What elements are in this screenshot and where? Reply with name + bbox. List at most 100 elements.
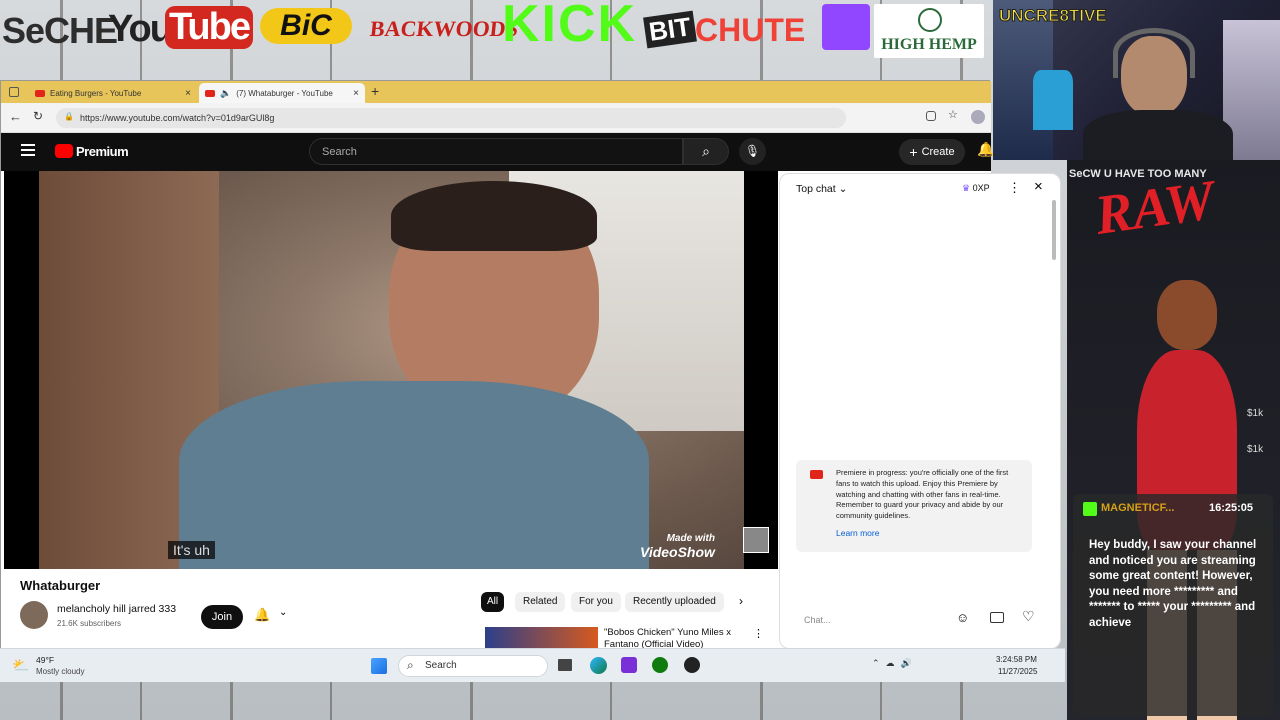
more-options-icon[interactable]: ⋮ <box>1008 180 1021 196</box>
seche-logo: SeCHE <box>2 10 118 51</box>
bic-logo: BiC <box>260 8 352 44</box>
youtube-header: Premium Search ⌕ 🎙 + Create 🔔 <box>1 133 994 171</box>
favorites-icon[interactable]: ☆ <box>948 108 958 121</box>
lock-icon: 🔒 <box>64 112 74 121</box>
back-icon[interactable]: ← <box>9 109 22 124</box>
person-shirt <box>179 381 649 569</box>
donation-alert: MAGNETICF... 16:25:05 Hey buddy, I saw y… <box>1073 494 1273 716</box>
plus-icon: + <box>909 144 918 160</box>
donation-time: 16:25:05 <box>1209 502 1254 514</box>
highhemp-text: HIGH HEMP <box>881 36 977 53</box>
more-options-icon[interactable]: ⋮ <box>753 627 764 640</box>
edge-icon[interactable] <box>590 657 607 674</box>
close-icon[interactable]: × <box>1034 178 1043 195</box>
youtube-favicon-icon <box>35 89 45 97</box>
chat-mode-selector[interactable]: Top chat ⌄ <box>796 183 847 195</box>
bitchute-bit-logo: BIT <box>643 10 697 49</box>
premiere-notice: Premiere in progress: you're officially … <box>796 460 1032 552</box>
subscriber-count: 21.6K subscribers <box>57 619 122 628</box>
raw-logo: RAW <box>1091 168 1219 248</box>
create-button[interactable]: + Create <box>899 139 965 165</box>
start-button[interactable] <box>371 658 387 674</box>
profile-avatar[interactable] <box>971 110 985 124</box>
emoji-icon[interactable]: ☺ <box>956 610 969 625</box>
menu-icon[interactable] <box>21 144 35 156</box>
search-icon: ⌕ <box>407 658 414 672</box>
tab-actions-icon[interactable] <box>9 87 19 97</box>
search-icon: ⌕ <box>702 143 710 159</box>
video-frame <box>39 171 744 569</box>
new-tab-button[interactable]: + <box>371 83 379 99</box>
webcam-name: UNCRE8TIVE <box>999 6 1108 26</box>
chat-input[interactable]: Chat... <box>796 612 946 630</box>
twitch-icon <box>822 4 870 50</box>
chip-bar: All Related For you Recently uploaded › <box>481 592 756 612</box>
video-player[interactable]: It's uh Made with VideoShow <box>4 171 778 569</box>
mic-icon: 🎙 <box>744 144 761 158</box>
taskbar: ⛅ 49°F Mostly cloudy ⌕ Search ⌃☁🔊 3:24:5… <box>0 648 1065 682</box>
clock-time: 3:24:58 PM <box>996 655 1037 664</box>
recommended-thumbnail[interactable] <box>485 627 598 649</box>
tab-eating-burgers[interactable]: Eating Burgers - YouTube × <box>29 83 197 103</box>
donation-message: Hey buddy, I saw your channel and notice… <box>1089 539 1257 629</box>
subscribe-bell-icon[interactable]: 🔔 <box>254 607 270 623</box>
extensions-icon[interactable] <box>926 111 936 121</box>
amount-1: $1k <box>1247 408 1264 419</box>
watermark-line1: Made with <box>666 533 715 544</box>
streamer-body <box>1083 110 1233 160</box>
channel-name[interactable]: melancholy hill jarred 333 <box>57 603 176 615</box>
weather-icon[interactable]: ⛅ <box>12 657 29 674</box>
heart-icon[interactable]: ♡ <box>1022 608 1035 625</box>
url-text: https://www.youtube.com/watch?v=01d9arGU… <box>80 113 275 123</box>
chevron-down-icon: ⌄ <box>838 183 848 195</box>
taskbar-search[interactable]: ⌕ Search <box>398 655 548 677</box>
app-icon-2[interactable] <box>684 657 700 673</box>
taskbar-search-label: Search <box>425 660 457 671</box>
refresh-icon[interactable]: ↻ <box>33 109 43 123</box>
youtube-favicon-icon <box>205 89 215 97</box>
mic-button[interactable]: 🎙 <box>739 138 766 165</box>
url-input[interactable]: 🔒 https://www.youtube.com/watch?v=01d9ar… <box>56 108 846 128</box>
tray-icons[interactable]: ⌃☁🔊 <box>872 658 918 669</box>
channel-avatar[interactable] <box>20 601 48 629</box>
watermark-avatar <box>743 527 769 553</box>
file-explorer-icon[interactable] <box>558 659 572 671</box>
chat-scrollbar[interactable] <box>1052 200 1056 260</box>
xbox-icon[interactable] <box>652 657 668 673</box>
tab-label: (7) Whataburger - YouTube <box>236 88 333 98</box>
weather-desc: Mostly cloudy <box>36 667 85 676</box>
chip-all[interactable]: All <box>481 592 505 612</box>
app-icon[interactable] <box>621 657 637 673</box>
xp-badge[interactable]: ♛ 0XP <box>962 183 990 194</box>
chip-recently-uploaded[interactable]: Recently uploaded <box>625 592 724 612</box>
stream-overlay: SeCW U HAVE TOO MANY RAW $1k $1k MAGNETI… <box>1067 160 1280 720</box>
chevron-down-icon[interactable]: ⌄ <box>279 607 287 618</box>
highhemp-logo: HIGH HEMP <box>874 4 984 58</box>
join-button[interactable]: Join <box>201 605 243 629</box>
kick-icon <box>1083 502 1097 516</box>
streamer-headphones <box>1113 28 1195 78</box>
tab-whataburger[interactable]: 🔈 (7) Whataburger - YouTube × <box>199 83 365 103</box>
search-input[interactable]: Search <box>309 138 683 165</box>
kick-logo: KICK <box>502 0 638 53</box>
premiere-text: Premiere in progress: you're officially … <box>836 468 1009 521</box>
recommended-title[interactable]: "Bobos Chicken" Yuno Miles x Fantano (Of… <box>604 627 744 649</box>
chat-mode-label: Top chat <box>796 183 836 195</box>
youtube-page: Premium Search ⌕ 🎙 + Create 🔔 It's uh Ma… <box>1 133 1061 649</box>
notifications-icon[interactable]: 🔔 <box>977 141 994 158</box>
video-title: Whataburger <box>20 578 101 593</box>
close-icon[interactable]: × <box>353 88 359 99</box>
person-hair <box>391 181 597 251</box>
backwoods-logo: BACKWOODS <box>368 16 520 41</box>
search-button[interactable]: ⌕ <box>683 138 729 165</box>
chip-related[interactable]: Related <box>515 592 566 612</box>
chevron-right-icon[interactable]: › <box>739 594 743 608</box>
close-icon[interactable]: × <box>185 88 191 99</box>
tab-label: Eating Burgers - YouTube <box>50 88 142 98</box>
learn-more-link[interactable]: Learn more <box>836 528 1022 539</box>
super-chat-icon[interactable] <box>990 612 1004 623</box>
donor-name: MAGNETICF... <box>1101 502 1175 514</box>
chip-for-you[interactable]: For you <box>571 592 621 612</box>
youtube-logo[interactable] <box>55 144 73 158</box>
speaker-icon[interactable]: 🔈 <box>220 88 231 99</box>
